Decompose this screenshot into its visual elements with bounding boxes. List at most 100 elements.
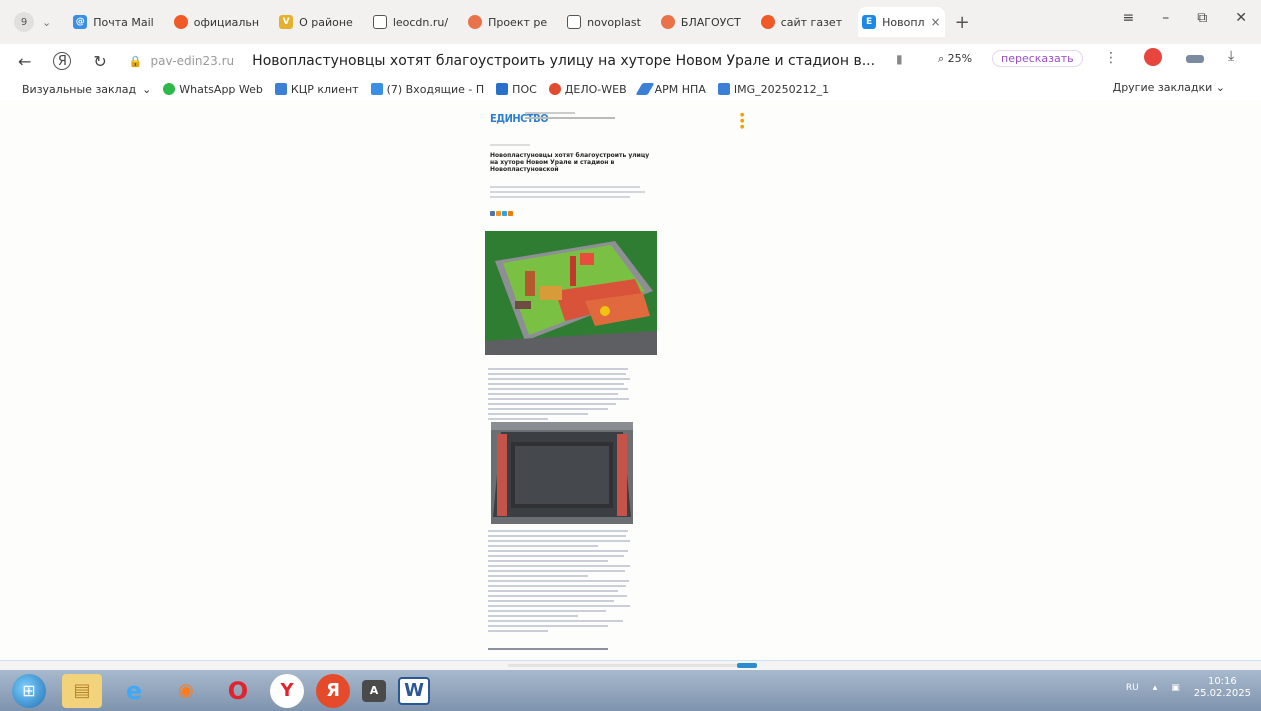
menu-icon[interactable]: ≡ [1123,10,1135,26]
tab-label: официальн [193,15,260,29]
site-nav[interactable] [525,117,615,119]
cookie-accept-button[interactable] [737,663,757,668]
share-buttons[interactable] [490,211,513,216]
share-vk-icon[interactable] [490,211,495,216]
bookmark-delo[interactable]: ДЕЛО-WEB [548,82,627,96]
chevron-down-icon: ⌄ [1215,81,1225,94]
reload-icon[interactable]: ↻ [93,52,106,71]
tab-label: О районе [299,15,353,29]
tab-active[interactable]: E Новопл × [858,7,945,37]
stadium-render-image [491,422,633,524]
tab-mail[interactable]: @ Почта Mail [69,7,164,37]
tab-label: novoplast [587,15,641,29]
tab-official[interactable]: официальн [170,7,269,37]
zoom-level[interactable]: ⌕ 25% [938,52,972,66]
share-other-icon[interactable] [508,211,513,216]
restore-icon[interactable]: ⧉ [1197,10,1207,26]
tray-expand-icon[interactable]: ▴ [1153,683,1158,693]
retell-button[interactable]: пересказать [992,50,1083,67]
other-bookmarks[interactable]: Другие закладки ⌄ [1113,81,1225,94]
share-ok-icon[interactable] [496,211,501,216]
pos-icon [496,83,509,95]
bookmark-icon[interactable]: ▮ [896,52,903,66]
tab-label: сайт газет [780,15,843,29]
site-favicon-icon [760,15,775,29]
share-telegram-icon[interactable] [502,211,507,216]
article-page: ЕДИНСТВО ● ● ● Новопластуновцы хотят бла… [485,100,744,660]
lock-icon: 🔒 [128,54,143,68]
tab-label: leocdn.ru/ [392,15,449,29]
language-indicator[interactable]: RU [1126,683,1139,693]
chevron-down-icon[interactable]: ⌄ [42,16,51,29]
url-field[interactable]: pav-edin23.ru [151,54,235,68]
bookmark-arm[interactable]: АРМ НПА [635,83,706,96]
back-icon[interactable]: ← [18,52,31,71]
new-tab-button[interactable]: + [955,12,970,33]
tab-label: Проект ре [488,15,548,29]
page-title: Новопластуновцы хотят благоустроить улиц… [252,53,876,69]
kcr-icon [274,83,287,95]
tab-newspaper[interactable]: сайт газет [757,7,852,37]
tab-counter[interactable]: 9 [14,12,34,32]
close-window-icon[interactable]: ✕ [1235,10,1247,26]
close-icon[interactable]: × [931,15,941,29]
bookmark-visual[interactable]: Визуальные заклад ⌄ [22,83,151,96]
word-icon[interactable]: W [398,676,430,705]
tab-blagoust[interactable]: БЛАГОУСТ [657,7,751,37]
media-player-icon[interactable]: ◉ [166,674,206,708]
cookie-notice-text [508,664,738,667]
bookmark-label: ПОС [512,82,537,96]
bookmark-inbox[interactable]: (7) Входящие - П [370,83,484,96]
header-icons[interactable]: ● ● ● [740,112,744,130]
extension-icon[interactable] [1144,48,1162,66]
explorer-icon[interactable]: ▤ [62,673,102,708]
window-controls: ≡ – ⧉ ✕ [1123,10,1247,26]
article-footer-text [488,648,633,653]
tab-leocdn[interactable]: leocdn.ru/ [369,7,458,37]
tab-label: Почта Mail [93,15,154,29]
bookmark-label: WhatsApp Web [179,82,263,96]
article-text [488,530,633,635]
clock-date: 25.02.2025 [1193,688,1251,699]
yandex-icon[interactable]: Я [53,52,72,70]
zoom-value: 25% [947,52,973,65]
more-icon[interactable]: ⋮ [1104,50,1118,66]
other-bookmarks-label: Другие закладки [1112,81,1213,94]
image-icon [717,83,730,95]
download-icon[interactable]: ⤓ [1228,48,1234,64]
minimize-icon[interactable]: – [1162,10,1169,26]
yandex-browser-icon[interactable]: Y [270,673,304,708]
clock[interactable]: 10:16 25.02.2025 [1194,676,1251,700]
mail-icon [370,83,383,95]
tab-district[interactable]: V О районе [275,7,363,37]
breadcrumb[interactable] [490,144,530,146]
bookmark-kcr[interactable]: КЦР клиент [274,83,359,96]
article-headline: Новопластуновцы хотят благоустроить улиц… [490,152,650,173]
bookmark-pos[interactable]: ПОС [496,83,537,96]
tab-project[interactable]: Проект ре [464,7,557,37]
bookmark-img[interactable]: IMG_20250212_1 [717,83,829,96]
opera-icon[interactable]: O [218,674,258,708]
app-a-icon[interactable]: A [362,679,386,702]
network-icon[interactable]: ▣ [1171,683,1180,693]
tab-novoplast[interactable]: novoplast [563,7,651,37]
clock-time: 10:16 [1207,676,1237,687]
crest-icon: V [279,15,294,29]
ie-icon[interactable]: e [114,674,154,708]
edinstvo-icon: E [862,15,877,29]
retell-label: пересказать [1001,52,1074,65]
delo-icon [548,83,561,95]
mail-icon: @ [73,15,88,29]
site-favicon-icon [173,15,188,29]
yandex-icon[interactable]: Я [316,673,350,708]
bookmark-label: ДЕЛО-WEB [564,82,627,96]
start-button[interactable]: ⊞ [12,673,46,708]
site-favicon-icon [468,15,483,29]
taskbar: ⊞ ▤ e ◉ O Y Я A W [0,670,1261,711]
system-tray: RU ▴ ▣ 10:16 25.02.2025 [1126,676,1251,700]
tab-label: БЛАГОУСТ [680,15,741,29]
chevron-down-icon: ⌄ [142,82,152,96]
bookmark-whatsapp[interactable]: WhatsApp Web [163,83,263,96]
extension-icon[interactable] [1186,55,1204,63]
document-icon [567,15,582,29]
